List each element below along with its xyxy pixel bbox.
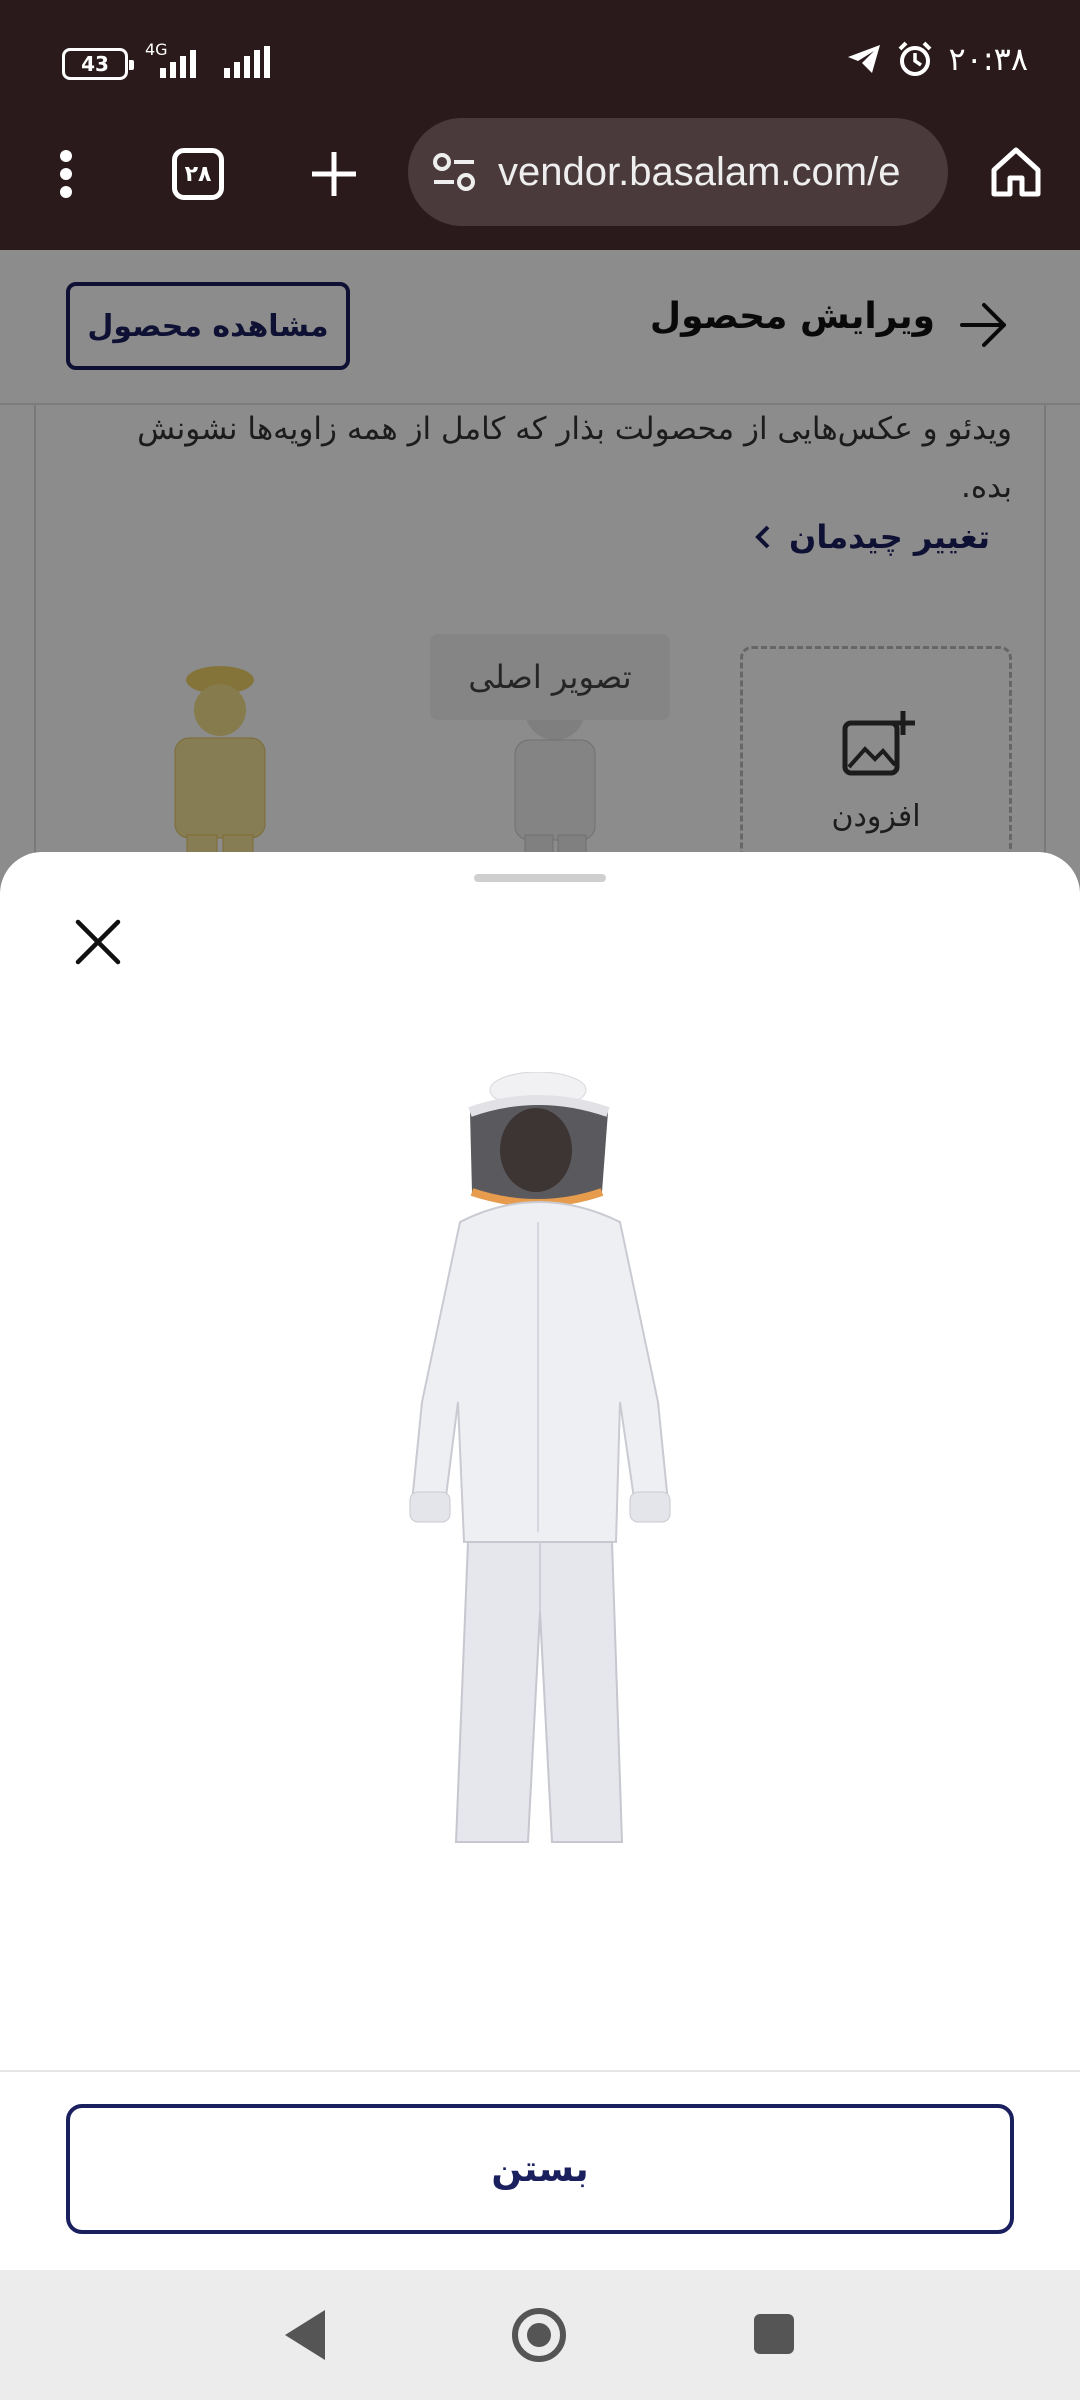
product-image — [409, 1072, 671, 1843]
status-right: ۲۰:۳۸ — [846, 40, 1028, 78]
close-button[interactable]: بستن — [66, 2104, 1014, 2234]
close-icon[interactable] — [72, 916, 124, 968]
sheet-drag-handle[interactable] — [474, 874, 606, 882]
image-preview-sheet: بستن — [0, 852, 1080, 2270]
sheet-divider — [0, 2070, 1080, 2072]
site-settings-icon[interactable] — [432, 152, 476, 192]
tab-count: ۲۸ — [184, 161, 212, 187]
url-text: vendor.basalam.com/e — [498, 149, 901, 194]
telegram-icon — [848, 45, 881, 73]
system-nav-bar — [0, 2270, 1080, 2400]
battery-indicator: 43 — [62, 48, 134, 80]
signal-icon — [160, 46, 196, 78]
back-icon[interactable] — [285, 2310, 325, 2360]
signal-icon — [224, 46, 270, 78]
status-bar: 43 4G ۲۰:۳۸ — [0, 0, 1080, 120]
new-tab-icon[interactable] — [308, 148, 360, 200]
recents-icon[interactable] — [754, 2314, 794, 2354]
tab-switcher-button[interactable]: ۲۸ — [172, 148, 224, 200]
alarm-icon — [899, 41, 932, 76]
home-icon[interactable] — [988, 144, 1044, 200]
home-circle-icon[interactable] — [512, 2308, 566, 2362]
battery-level: 43 — [81, 52, 109, 76]
more-menu-icon[interactable] — [46, 144, 86, 204]
address-bar[interactable]: vendor.basalam.com/e — [408, 118, 948, 226]
clock: ۲۰:۳۸ — [948, 40, 1028, 78]
